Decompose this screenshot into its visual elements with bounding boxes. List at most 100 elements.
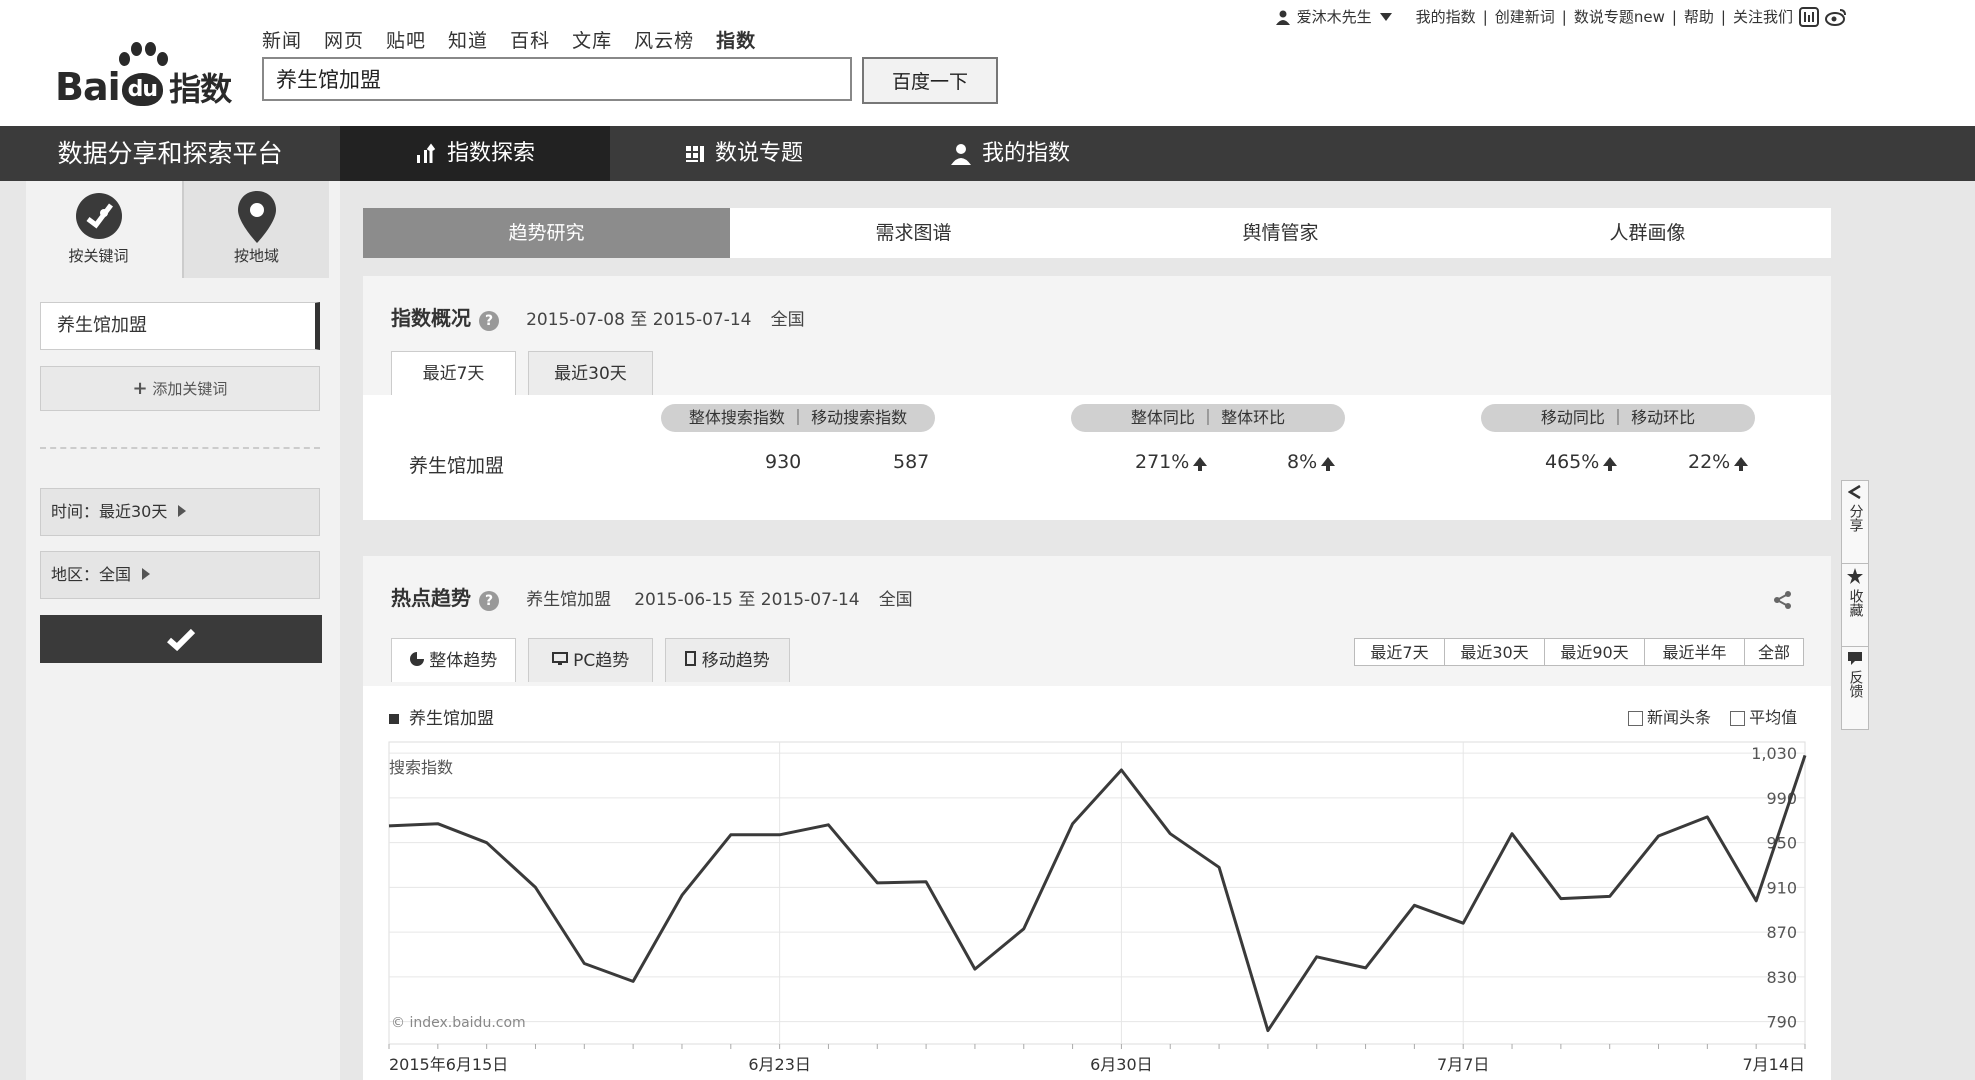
- nav-data-topic[interactable]: 数说专题: [685, 126, 803, 181]
- float-share-label: 分享: [1847, 504, 1864, 532]
- float-feedback-button[interactable]: 反馈: [1841, 646, 1869, 730]
- range-half-year[interactable]: 最近半年: [1644, 638, 1745, 666]
- float-favorite-label: 收藏: [1847, 589, 1864, 617]
- help-icon[interactable]: ?: [479, 590, 499, 611]
- mobile-search-value: 587: [893, 451, 930, 473]
- top-nav-item[interactable]: 风云榜: [634, 26, 694, 53]
- username[interactable]: 爱沐木先生: [1297, 6, 1372, 27]
- series-line: [388, 754, 1807, 1033]
- y-tick-label: 950: [1766, 834, 1797, 853]
- x-tick-label: 7月7日: [1437, 1055, 1489, 1074]
- pill-search-index: 整体搜索指数 ｜ 移动搜索指数: [661, 404, 935, 432]
- range-7-days[interactable]: 最近7天: [1354, 638, 1445, 666]
- tab-overall-trend[interactable]: 整体趋势: [391, 638, 516, 682]
- tab-pc-trend[interactable]: PC趋势: [528, 638, 653, 682]
- tab-public-opinion[interactable]: 舆情管家: [1097, 208, 1464, 258]
- overview-title: 指数概况: [391, 306, 471, 330]
- filter-time[interactable]: 时间：最近30天: [40, 488, 320, 536]
- grid-chart-icon: [686, 145, 704, 162]
- trend-keyword: 养生馆加盟: [526, 590, 612, 610]
- float-favorite-button[interactable]: 收藏: [1841, 563, 1869, 647]
- main-nav: 数据分享和探索平台 指数探索 数说专题 我的指数: [0, 126, 1975, 181]
- comment-icon: [1848, 652, 1862, 665]
- trend-region: 全国: [878, 590, 913, 610]
- tab-trend-research[interactable]: 趋势研究: [363, 208, 730, 258]
- confirm-button[interactable]: [40, 615, 322, 663]
- link-follow[interactable]: 关注我们: [1733, 6, 1793, 27]
- range-all[interactable]: 全部: [1744, 638, 1804, 666]
- tieba-icon[interactable]: [1799, 6, 1819, 27]
- x-tick-label: 6月23日: [748, 1055, 811, 1074]
- baidu-index-logo[interactable]: Bai du 指数: [55, 64, 232, 110]
- trend-date-range: 2015-06-15 至 2015-07-14: [634, 590, 860, 610]
- nav-my-index[interactable]: 我的指数: [950, 126, 1070, 181]
- tab-mobile-trend[interactable]: 移动趋势: [665, 638, 790, 682]
- chevron-right-icon: [142, 568, 151, 580]
- overview-region: 全国: [770, 310, 805, 330]
- total-search-value: 930: [765, 451, 802, 473]
- link-topic[interactable]: 数说专题new: [1574, 6, 1665, 27]
- tab-last-7-days[interactable]: 最近7天: [391, 351, 516, 395]
- help-icon[interactable]: ?: [479, 310, 499, 331]
- filter-time-label: 时间：最近30天: [51, 502, 168, 521]
- section-tabs: 趋势研究 需求图谱 舆情管家 人群画像: [363, 208, 1831, 258]
- tab-audience-profile[interactable]: 人群画像: [1464, 208, 1831, 258]
- top-nav: 新闻 网页 贴吧 知道 百科 文库 风云榜 指数: [262, 26, 778, 53]
- watermark: © index.baidu.com: [391, 1015, 526, 1031]
- tab-by-region[interactable]: 按地域: [182, 181, 329, 278]
- map-pin-icon: [237, 191, 276, 243]
- top-nav-item-active[interactable]: 指数: [716, 26, 756, 53]
- tab-last-30-days[interactable]: 最近30天: [528, 351, 653, 395]
- mobile-icon: [685, 651, 697, 666]
- plot-frame: [388, 741, 1806, 1045]
- plus-icon: +: [132, 378, 148, 399]
- chevron-down-icon[interactable]: [1379, 12, 1392, 21]
- platform-title: 数据分享和探索平台: [57, 139, 283, 168]
- mobile-mom-value: 22%: [1688, 451, 1749, 473]
- float-share-button[interactable]: 分享: [1841, 480, 1869, 564]
- index-overview-card: 指数概况? 2015-07-08 至 2015-07-14 全国 最近7天 最近…: [363, 276, 1831, 520]
- top-nav-item[interactable]: 新闻: [262, 26, 302, 53]
- checkmark-icon: [167, 628, 196, 651]
- link-my-index[interactable]: 我的指数: [1416, 6, 1476, 27]
- total-mom-value: 8%: [1287, 451, 1336, 473]
- top-nav-item[interactable]: 贴吧: [386, 26, 426, 53]
- add-keyword-label: 添加关键词: [152, 380, 228, 398]
- range-30-days[interactable]: 最近30天: [1444, 638, 1545, 666]
- float-feedback-label: 反馈: [1847, 670, 1864, 698]
- tab-by-keyword[interactable]: 按关键词: [26, 181, 171, 278]
- pill-mobile-change: 移动同比 ｜ 移动环比: [1481, 404, 1755, 432]
- arrow-up-icon: [1193, 457, 1208, 471]
- tab-by-keyword-label: 按关键词: [68, 247, 129, 265]
- trend-header: 热点趋势? 养生馆加盟 2015-06-15 至 2015-07-14 全国: [391, 582, 913, 611]
- arrow-up-icon: [1321, 457, 1336, 471]
- star-icon: [1847, 568, 1863, 584]
- pill-overall-change: 整体同比 ｜ 整体环比: [1071, 404, 1345, 432]
- share-icon[interactable]: [1773, 590, 1793, 610]
- nav-index-explore[interactable]: 指数探索: [340, 126, 610, 181]
- arrow-up-icon: [1734, 457, 1749, 471]
- user-bar: 爱沐木先生 我的指数 | 创建新词 | 数说专题new | 帮助 | 关注我们: [1275, 6, 1847, 27]
- tab-demand-map[interactable]: 需求图谱: [730, 208, 1097, 258]
- hot-trend-card: 热点趋势? 养生馆加盟 2015-06-15 至 2015-07-14 全国 整…: [363, 556, 1831, 1080]
- add-keyword-button[interactable]: + 添加关键词: [40, 366, 320, 411]
- link-create-word[interactable]: 创建新词: [1495, 6, 1555, 27]
- weibo-icon[interactable]: [1825, 8, 1847, 26]
- search-input[interactable]: [262, 57, 852, 101]
- keyword-item[interactable]: 养生馆加盟: [40, 302, 320, 350]
- trend-title: 热点趋势: [391, 586, 471, 610]
- overview-table: 整体搜索指数 ｜ 移动搜索指数 整体同比 ｜ 整体环比 移动同比 ｜ 移动环比 …: [363, 395, 1831, 520]
- filter-region[interactable]: 地区：全国: [40, 551, 320, 599]
- y-tick-label: 830: [1766, 968, 1797, 987]
- top-nav-item[interactable]: 网页: [324, 26, 364, 53]
- monitor-icon: [551, 652, 568, 665]
- top-nav-item[interactable]: 知道: [448, 26, 488, 53]
- top-nav-item[interactable]: 百科: [510, 26, 550, 53]
- link-help[interactable]: 帮助: [1684, 6, 1714, 27]
- y-tick-label: 870: [1766, 923, 1797, 942]
- top-nav-item[interactable]: 文库: [572, 26, 612, 53]
- search-button[interactable]: 百度一下: [862, 57, 998, 104]
- range-90-days[interactable]: 最近90天: [1544, 638, 1645, 666]
- keyword-icon: [75, 193, 122, 239]
- left-panel: 按关键词 按地域 养生馆加盟 + 添加关键词 时间：最近30天 地区：全国: [26, 181, 340, 1080]
